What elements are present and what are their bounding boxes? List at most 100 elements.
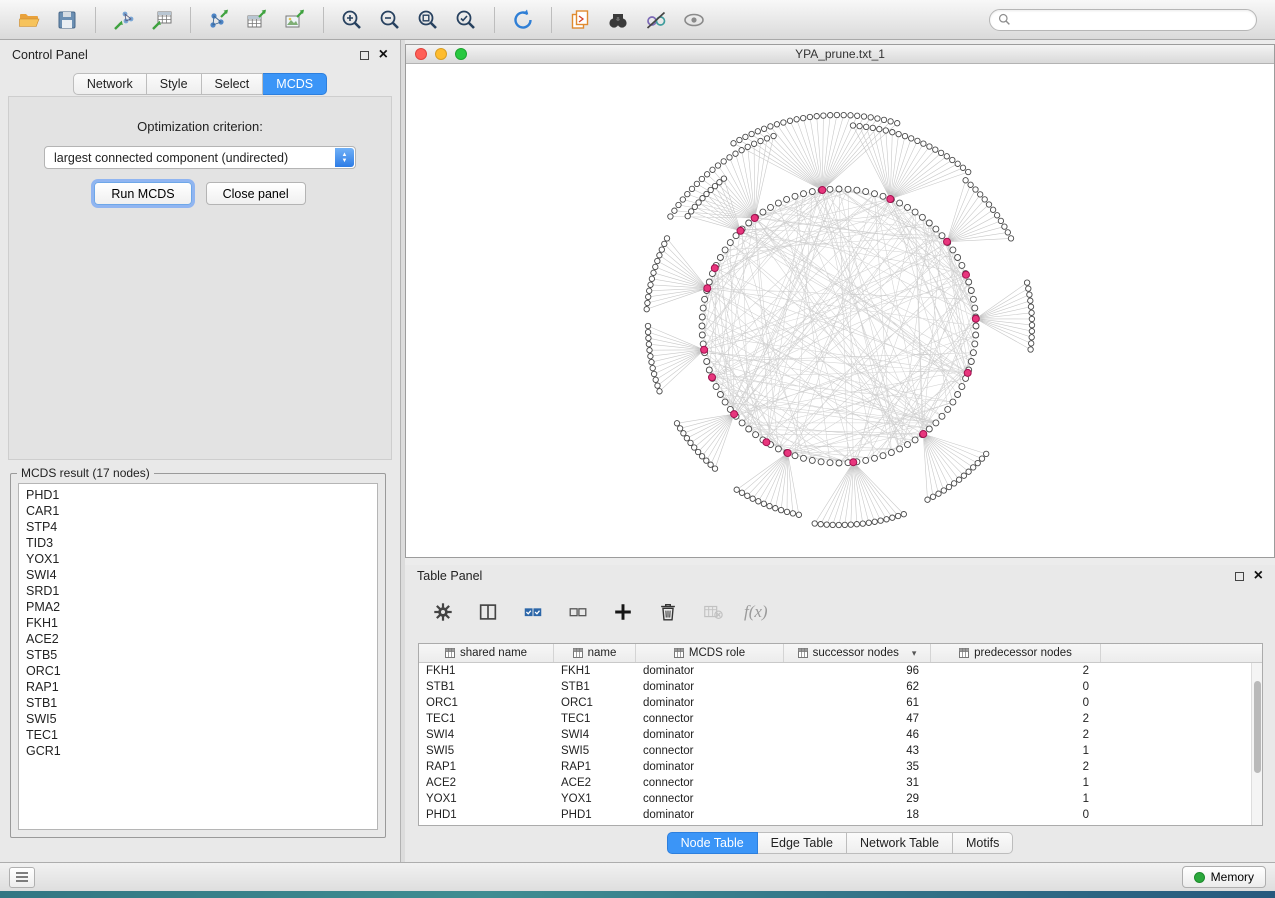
table-row[interactable]: SWI4SWI4dominator462 — [419, 727, 1251, 743]
table-cell: RAP1 — [419, 761, 554, 773]
mcds-result-item[interactable]: SWI4 — [26, 567, 377, 583]
table-row[interactable]: SWI5SWI5connector431 — [419, 743, 1251, 759]
mcds-result-item[interactable]: ACE2 — [26, 631, 377, 647]
find-button[interactable] — [599, 4, 637, 36]
mcds-result-item[interactable]: CAR1 — [26, 503, 377, 519]
memory-status-icon — [1194, 872, 1205, 883]
search-box[interactable] — [989, 9, 1257, 31]
column-header-predecessor-nodes[interactable]: predecessor nodes — [931, 644, 1101, 662]
close-mcds-panel-button[interactable]: Close panel — [206, 182, 306, 205]
run-mcds-button[interactable]: Run MCDS — [94, 182, 191, 205]
mcds-result-item[interactable]: STB1 — [26, 695, 377, 711]
tab-network[interactable]: Network — [73, 73, 147, 95]
zoom-out-button[interactable] — [371, 4, 409, 36]
table-cell: connector — [636, 777, 784, 789]
table-cell: STB1 — [554, 681, 636, 693]
tab-edge-table[interactable]: Edge Table — [758, 832, 847, 854]
float-panel-icon[interactable] — [360, 51, 369, 60]
import-network-button[interactable] — [105, 4, 143, 36]
export-table-icon — [245, 8, 269, 32]
table-settings-button[interactable] — [429, 598, 457, 626]
status-menu-button[interactable] — [9, 867, 35, 888]
zoom-selected-button[interactable] — [447, 4, 485, 36]
network-graph — [406, 64, 1274, 557]
export-image-button[interactable] — [276, 4, 314, 36]
zoom-window-icon[interactable] — [455, 48, 467, 60]
mcds-result-item[interactable]: TID3 — [26, 535, 377, 551]
tab-select[interactable]: Select — [202, 73, 264, 95]
mcds-result-item[interactable]: SWI5 — [26, 711, 377, 727]
close-window-icon[interactable] — [415, 48, 427, 60]
column-header-successor-nodes[interactable]: successor nodes ▾ — [784, 644, 931, 662]
mcds-result-item[interactable]: RAP1 — [26, 679, 377, 695]
show-all-button[interactable] — [675, 4, 713, 36]
mcds-result-item[interactable]: TEC1 — [26, 727, 377, 743]
close-panel-icon[interactable]: × — [379, 50, 388, 60]
delete-column-button[interactable] — [654, 598, 682, 626]
table-row[interactable]: STB1STB1dominator620 — [419, 679, 1251, 695]
table-row[interactable]: PHD1PHD1dominator180 — [419, 807, 1251, 823]
import-table-button[interactable] — [143, 4, 181, 36]
function-builder-button[interactable]: f(x) — [744, 602, 768, 622]
table-row[interactable]: RAP1RAP1dominator352 — [419, 759, 1251, 775]
table-row[interactable]: ORC1ORC1dominator610 — [419, 695, 1251, 711]
zoom-in-button[interactable] — [333, 4, 371, 36]
hide-selected-button[interactable] — [637, 4, 675, 36]
table-cell: PHD1 — [419, 809, 554, 821]
delete-table-button-disabled[interactable] — [699, 598, 727, 626]
tab-network-table[interactable]: Network Table — [847, 832, 953, 854]
float-table-panel-icon[interactable] — [1235, 572, 1244, 581]
table-row[interactable]: TEC1TEC1connector472 — [419, 711, 1251, 727]
table-row[interactable]: ACE2ACE2connector311 — [419, 775, 1251, 791]
deselect-all-button[interactable] — [564, 598, 592, 626]
mcds-result-item[interactable]: PHD1 — [26, 487, 377, 503]
memory-button[interactable]: Memory — [1182, 866, 1266, 888]
criterion-dropdown[interactable]: largest connected component (undirected)… — [44, 146, 356, 169]
gear-icon — [432, 601, 454, 623]
copy-network-button[interactable] — [561, 4, 599, 36]
column-header-shared-name[interactable]: shared name — [419, 644, 554, 662]
table-scrollbar[interactable] — [1251, 663, 1262, 825]
export-image-icon — [283, 8, 307, 32]
mcds-result-item[interactable]: ORC1 — [26, 663, 377, 679]
toolbar-separator — [323, 7, 324, 33]
table-cell: dominator — [636, 809, 784, 821]
close-table-panel-icon[interactable]: × — [1254, 571, 1263, 581]
export-table-button[interactable] — [238, 4, 276, 36]
search-input[interactable] — [1016, 13, 1248, 27]
mcds-result-item[interactable]: SRD1 — [26, 583, 377, 599]
mcds-result-item[interactable]: STP4 — [26, 519, 377, 535]
scrollbar-thumb[interactable] — [1254, 681, 1261, 773]
network-canvas[interactable] — [406, 64, 1274, 557]
eye-icon — [682, 8, 706, 32]
tab-mcds[interactable]: MCDS — [263, 73, 327, 95]
select-all-button[interactable] — [519, 598, 547, 626]
table-cell: TEC1 — [419, 713, 554, 725]
mcds-result-list[interactable]: PHD1CAR1STP4TID3YOX1SWI4SRD1PMA2FKH1ACE2… — [18, 483, 378, 830]
mcds-result-item[interactable]: YOX1 — [26, 551, 377, 567]
show-columns-button[interactable] — [474, 598, 502, 626]
table-cell: connector — [636, 793, 784, 805]
refresh-button[interactable] — [504, 4, 542, 36]
mcds-result-item[interactable]: FKH1 — [26, 615, 377, 631]
network-window-titlebar[interactable]: YPA_prune.txt_1 — [406, 45, 1274, 64]
minimize-window-icon[interactable] — [435, 48, 447, 60]
create-column-button[interactable] — [609, 598, 637, 626]
table-row[interactable]: YOX1YOX1connector291 — [419, 791, 1251, 807]
table-row[interactable]: FKH1FKH1dominator962 — [419, 663, 1251, 679]
export-network-button[interactable] — [200, 4, 238, 36]
mcds-result-item[interactable]: PMA2 — [26, 599, 377, 615]
column-header-name[interactable]: name — [554, 644, 636, 662]
binoculars-icon — [606, 8, 630, 32]
column-header-mcds-role[interactable]: MCDS role — [636, 644, 784, 662]
tab-motifs[interactable]: Motifs — [953, 832, 1013, 854]
refresh-icon — [511, 8, 535, 32]
tab-node-table[interactable]: Node Table — [667, 832, 758, 854]
save-session-button[interactable] — [48, 4, 86, 36]
mcds-result-item[interactable]: STB5 — [26, 647, 377, 663]
mcds-result-item[interactable]: GCR1 — [26, 743, 377, 759]
tab-style[interactable]: Style — [147, 73, 202, 95]
open-session-button[interactable] — [10, 4, 48, 36]
table-cell: 1 — [931, 745, 1101, 757]
zoom-fit-button[interactable] — [409, 4, 447, 36]
